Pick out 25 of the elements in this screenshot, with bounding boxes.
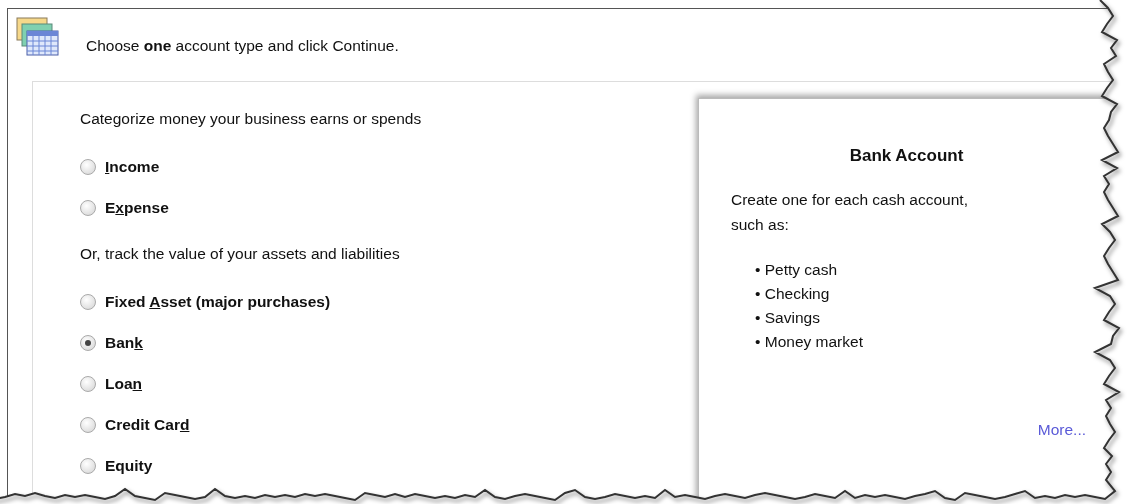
option-label[interactable]: Fixed Asset (major purchases) bbox=[105, 290, 331, 314]
account-list-icon bbox=[16, 17, 60, 57]
radio-button[interactable] bbox=[80, 199, 96, 216]
example-item: • Savings bbox=[755, 307, 821, 328]
section-heading: Or, track the value of your assets and liabilities bbox=[80, 244, 401, 265]
example-item: • Checking bbox=[755, 283, 831, 304]
option-label[interactable]: Equity bbox=[105, 454, 153, 478]
example-item: • Petty cash bbox=[755, 259, 839, 280]
option-label[interactable]: Loan bbox=[105, 372, 143, 396]
radio-button[interactable] bbox=[80, 417, 96, 433]
radio-button[interactable] bbox=[80, 376, 96, 392]
option-label[interactable]: Bank bbox=[105, 331, 143, 355]
option-label[interactable]: Credit Card bbox=[105, 413, 190, 437]
instruction-text: Choose one account type and click Continue. bbox=[86, 36, 399, 57]
radio-button[interactable] bbox=[80, 294, 96, 310]
option-label[interactable]: Expense bbox=[105, 196, 169, 220]
info-description: Create one for each cash account, such as: bbox=[731, 189, 969, 235]
info-title: Bank Account bbox=[848, 145, 965, 167]
radio-button[interactable] bbox=[80, 335, 96, 351]
radio-button[interactable] bbox=[80, 458, 96, 474]
more-link[interactable]: More... bbox=[731, 417, 1086, 441]
radio-button[interactable] bbox=[80, 158, 96, 175]
section-heading: Categorize money your business earns or spends bbox=[80, 109, 423, 129]
example-item: • Money market bbox=[755, 331, 864, 352]
option-label[interactable]: Income bbox=[105, 155, 160, 179]
